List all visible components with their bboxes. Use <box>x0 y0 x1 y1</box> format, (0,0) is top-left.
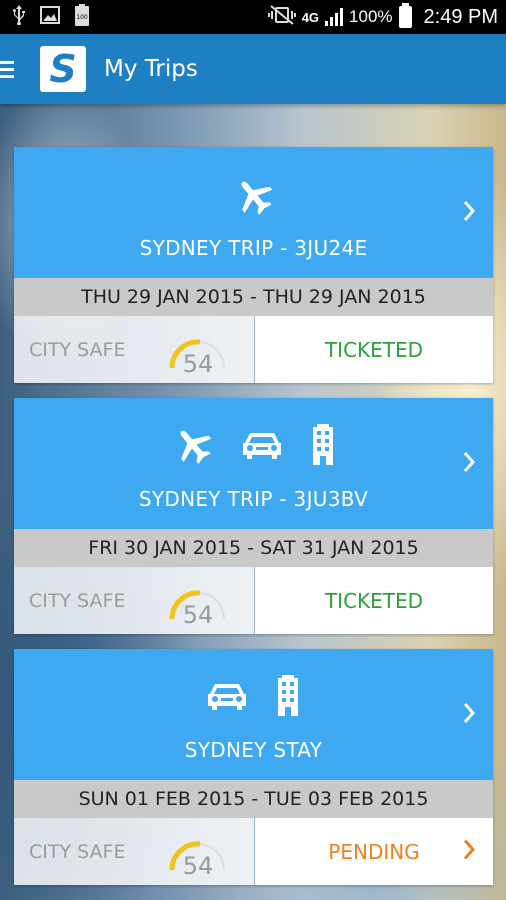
city-safe-score: 54 <box>183 601 214 629</box>
menu-icon[interactable] <box>0 60 14 78</box>
network-type: 4G <box>301 9 320 25</box>
city-safe-score: 54 <box>183 852 214 880</box>
trip-title: SYDNEY TRIP - 3JU3BV <box>138 487 369 511</box>
city-safe-cell: CITY SAFE 54 <box>14 567 254 634</box>
status-bar: 100 4G 100% 2:49 PM <box>0 0 506 34</box>
trip-title: SYDNEY TRIP - 3JU24E <box>139 236 368 260</box>
chevron-right-icon[interactable] <box>463 451 476 477</box>
chevron-right-icon[interactable] <box>463 838 476 865</box>
trip-icons <box>171 423 337 467</box>
battery-small-icon: 100 <box>74 4 90 30</box>
chevron-right-icon[interactable] <box>463 200 476 226</box>
trip-card-header[interactable]: SYDNEY TRIP - 3JU24E <box>14 147 493 278</box>
trip-status: TICKETED <box>255 567 493 634</box>
page-title: My Trips <box>104 56 198 82</box>
status-right: 4G 100% 2:49 PM <box>267 3 498 29</box>
trip-title: SYDNEY STAY <box>184 738 323 762</box>
status-left: 100 <box>12 4 90 30</box>
image-icon <box>40 6 60 28</box>
vibrate-mute-icon <box>267 5 296 29</box>
city-safe-label: CITY SAFE <box>29 840 126 863</box>
status-label: TICKETED <box>324 337 424 362</box>
car-icon <box>241 429 283 461</box>
trip-card-footer: CITY SAFE 54 TICKETED <box>14 316 493 383</box>
trip-card-header[interactable]: SYDNEY STAY <box>14 649 493 780</box>
city-safe-label: CITY SAFE <box>29 338 126 361</box>
app-bar: S My Trips <box>0 34 506 104</box>
clock: 2:49 PM <box>423 5 498 28</box>
trip-dates: FRI 30 JAN 2015 - SAT 31 JAN 2015 <box>14 529 493 567</box>
chevron-right-icon[interactable] <box>463 702 476 728</box>
status-label: PENDING <box>328 839 420 864</box>
city-safe-cell: CITY SAFE 54 <box>14 818 254 885</box>
trip-card[interactable]: SYDNEY STAY SUN 01 FEB 2015 - TUE 03 FEB… <box>14 649 493 885</box>
trip-status[interactable]: PENDING <box>255 818 493 885</box>
battery-icon <box>398 3 412 28</box>
status-label: TICKETED <box>324 588 424 613</box>
plane-icon <box>171 425 215 465</box>
city-safe-gauge: 54 <box>169 841 225 880</box>
city-safe-cell: CITY SAFE 54 <box>14 316 254 383</box>
hotel-icon <box>274 674 302 718</box>
city-safe-gauge: 54 <box>169 590 225 629</box>
trip-status: TICKETED <box>255 316 493 383</box>
svg-text:100: 100 <box>76 14 88 21</box>
plane-icon <box>232 176 276 216</box>
car-icon <box>206 680 248 712</box>
signal-icon <box>325 8 344 26</box>
trip-card-header[interactable]: SYDNEY TRIP - 3JU3BV <box>14 398 493 529</box>
trip-icons <box>206 674 302 718</box>
trip-card-footer: CITY SAFE 54 TICKETED <box>14 567 493 634</box>
city-safe-score: 54 <box>183 350 214 378</box>
trip-dates: SUN 01 FEB 2015 - TUE 03 FEB 2015 <box>14 780 493 818</box>
hotel-icon <box>309 423 337 467</box>
app-logo: S <box>40 46 86 92</box>
trip-card[interactable]: SYDNEY TRIP - 3JU24E THU 29 JAN 2015 - T… <box>14 147 493 383</box>
trip-card-footer: CITY SAFE 54 PENDING <box>14 818 493 885</box>
city-safe-gauge: 54 <box>169 339 225 378</box>
usb-icon <box>12 5 26 29</box>
trip-card[interactable]: SYDNEY TRIP - 3JU3BV FRI 30 JAN 2015 - S… <box>14 398 493 634</box>
battery-percent: 100% <box>349 7 393 26</box>
trip-dates: THU 29 JAN 2015 - THU 29 JAN 2015 <box>14 278 493 316</box>
city-safe-label: CITY SAFE <box>29 589 126 612</box>
trip-icons <box>232 176 276 216</box>
